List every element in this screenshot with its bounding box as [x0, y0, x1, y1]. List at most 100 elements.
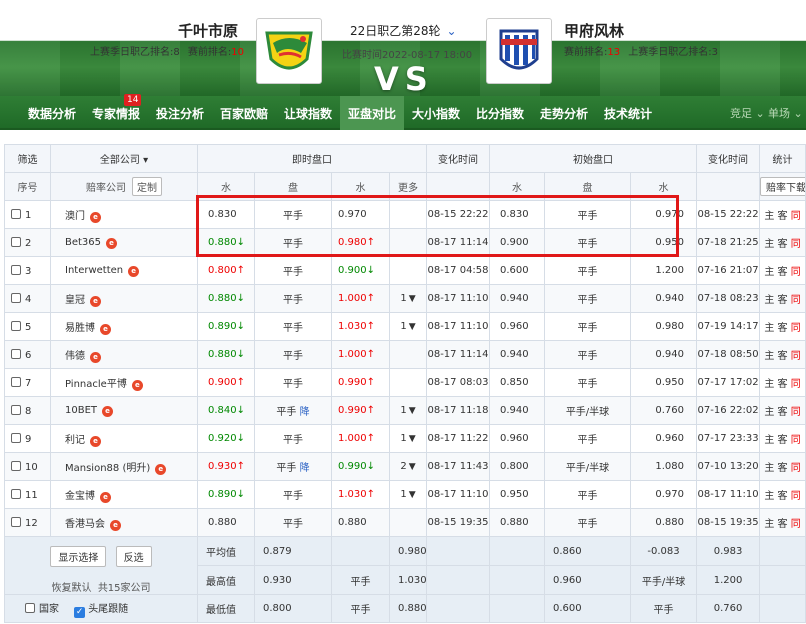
more-cell[interactable]: 1 ▼	[389, 424, 427, 453]
same-stat-link[interactable]: 同	[791, 351, 801, 362]
table-row[interactable]: 11 金宝博 e 0.890↓ 平手 1.030↑ 1 ▼ 08-17 11:10 0.950 平手…	[4, 480, 806, 509]
nav-item-tech-stats[interactable]: 技术统计	[596, 96, 660, 130]
row-select[interactable]: 4	[4, 284, 51, 313]
row-checkbox[interactable]	[11, 320, 21, 331]
row-checkbox[interactable]	[11, 376, 21, 387]
row-checkbox[interactable]	[11, 460, 21, 471]
invert-selection-button[interactable]: 反选	[115, 546, 152, 567]
table-row[interactable]: 12 香港马会 e 0.880 平手 0.880 08-15 19:35 0.880 平手 0.8…	[4, 508, 806, 537]
table-row[interactable]: 6 伟德 e 0.880↓ 平手 1.000↑ 08-17 11:14 0.940 平手 0.94…	[4, 340, 806, 369]
custom-button[interactable]: 定制	[132, 177, 162, 196]
odds-download-button[interactable]: 赔率下载	[760, 177, 805, 196]
company-cell[interactable]: Pinnacle平博 e	[50, 368, 198, 397]
home-stat-link[interactable]: 主	[764, 323, 774, 334]
away-stat-link[interactable]: 客	[778, 323, 788, 334]
show-selected-button[interactable]: 显示选择	[50, 546, 107, 567]
nav-item-euro-odds[interactable]: 百家欧赔	[212, 96, 276, 130]
home-stat-link[interactable]: 主	[764, 267, 774, 278]
more-cell[interactable]: 1 ▼	[389, 396, 427, 425]
row-checkbox[interactable]	[11, 236, 21, 247]
company-info-icon[interactable]: e	[90, 351, 101, 363]
row-select[interactable]: 2	[4, 228, 51, 257]
nav-item-betting[interactable]: 投注分析	[148, 96, 212, 130]
row-checkbox[interactable]	[11, 404, 21, 415]
company-info-icon[interactable]: e	[90, 295, 101, 307]
nav-item-trend[interactable]: 走势分析	[532, 96, 596, 130]
company-info-icon[interactable]: e	[110, 519, 121, 531]
more-cell[interactable]: 1 ▼	[389, 480, 427, 509]
home-stat-link[interactable]: 主	[764, 463, 774, 474]
same-stat-link[interactable]: 同	[791, 435, 801, 446]
row-checkbox[interactable]	[11, 516, 21, 527]
company-info-icon[interactable]: e	[90, 435, 101, 447]
nav-item-asian-compare[interactable]: 亚盘对比	[340, 96, 404, 130]
row-select[interactable]: 5	[4, 312, 51, 341]
same-stat-link[interactable]: 同	[791, 211, 801, 222]
home-stat-link[interactable]: 主	[764, 211, 774, 222]
table-row[interactable]: 9 利记 e 0.920↓ 平手 1.000↑ 1 ▼ 08-17 11:22 0.960 平手 0.…	[4, 424, 806, 453]
round-selector[interactable]: 22日职乙第28轮 ⌄	[350, 22, 457, 39]
nav-item-expert[interactable]: 专家情报 14	[84, 94, 148, 130]
row-select[interactable]: 8	[4, 396, 51, 425]
same-stat-link[interactable]: 同	[791, 519, 801, 530]
company-info-icon[interactable]: e	[128, 265, 140, 277]
row-select[interactable]: 3	[4, 256, 51, 285]
row-checkbox[interactable]	[11, 292, 21, 303]
same-stat-link[interactable]: 同	[791, 267, 801, 278]
home-stat-link[interactable]: 主	[764, 407, 774, 418]
row-select[interactable]: 7	[4, 368, 51, 397]
same-stat-link[interactable]: 同	[791, 407, 801, 418]
company-cell[interactable]: 伟德 e	[50, 340, 198, 369]
company-info-icon[interactable]: e	[100, 323, 111, 335]
row-checkbox[interactable]	[11, 208, 21, 219]
row-select[interactable]: 10	[4, 452, 51, 481]
more-cell[interactable]: 1 ▼	[389, 284, 427, 313]
company-cell[interactable]: 澳门 e	[50, 200, 198, 229]
company-cell[interactable]: 金宝博 e	[50, 480, 198, 509]
home-team-name[interactable]: 千叶市原	[178, 20, 238, 41]
row-checkbox[interactable]	[11, 432, 21, 443]
same-stat-link[interactable]: 同	[791, 295, 801, 306]
home-stat-link[interactable]: 主	[764, 379, 774, 390]
table-row[interactable]: 3 Interwetten e 0.800↑ 平手 0.900↓ 08-17 04:58 0.…	[4, 256, 806, 285]
company-cell[interactable]: 10BET e	[50, 396, 198, 425]
away-stat-link[interactable]: 客	[778, 519, 788, 530]
same-stat-link[interactable]: 同	[791, 463, 801, 474]
home-stat-link[interactable]: 主	[764, 351, 774, 362]
company-cell[interactable]: 利记 e	[50, 424, 198, 453]
row-select[interactable]: 11	[4, 480, 51, 509]
nav-item-score-index[interactable]: 比分指数	[468, 96, 532, 130]
away-stat-link[interactable]: 客	[778, 463, 788, 474]
home-stat-link[interactable]: 主	[764, 435, 774, 446]
home-stat-link[interactable]: 主	[764, 295, 774, 306]
company-info-icon[interactable]: e	[100, 491, 111, 503]
table-row[interactable]: 5 易胜博 e 0.890↓ 平手 1.030↑ 1 ▼ 08-17 11:10 0.960 平手 0…	[4, 312, 806, 341]
away-stat-link[interactable]: 客	[778, 379, 788, 390]
away-stat-link[interactable]: 客	[778, 351, 788, 362]
away-stat-link[interactable]: 客	[778, 239, 788, 250]
row-select[interactable]: 9	[4, 424, 51, 453]
more-cell[interactable]: 1 ▼	[389, 312, 427, 341]
country-checkbox[interactable]	[25, 602, 35, 613]
table-row[interactable]: 7 Pinnacle平博 e 0.900↑ 平手 0.990↑ 08-17 08:03 0.8…	[4, 368, 806, 397]
away-stat-link[interactable]: 客	[778, 491, 788, 502]
company-cell[interactable]: Mansion88 (明升) e	[50, 452, 198, 481]
home-stat-link[interactable]: 主	[764, 519, 774, 530]
away-stat-link[interactable]: 客	[778, 407, 788, 418]
row-checkbox[interactable]	[11, 488, 21, 499]
row-select[interactable]: 1	[4, 200, 51, 229]
nav-item-handicap-index[interactable]: 让球指数	[276, 96, 340, 130]
company-info-icon[interactable]: e	[90, 211, 101, 223]
away-stat-link[interactable]: 客	[778, 211, 788, 222]
same-stat-link[interactable]: 同	[791, 323, 801, 334]
all-companies-dropdown[interactable]: 全部公司 ▾	[50, 144, 198, 173]
company-info-icon[interactable]: e	[102, 405, 114, 417]
home-team-logo[interactable]	[256, 18, 322, 84]
home-stat-link[interactable]: 主	[764, 239, 774, 250]
more-cell[interactable]: 2 ▼	[389, 452, 427, 481]
company-cell[interactable]: 易胜博 e	[50, 312, 198, 341]
table-row[interactable]: 8 10BET e 0.840↓ 平手 降 0.990↑ 1 ▼ 08-17 11:18 0.94…	[4, 396, 806, 425]
nav-item-data-analysis[interactable]: 数据分析	[20, 96, 84, 130]
head-tail-checkbox[interactable]: ✓	[74, 606, 86, 618]
row-select[interactable]: 12	[4, 508, 51, 537]
